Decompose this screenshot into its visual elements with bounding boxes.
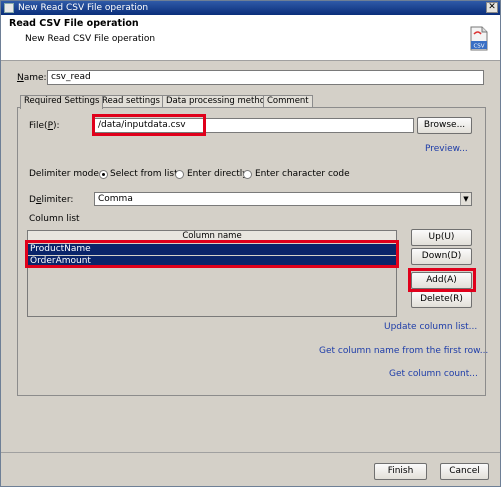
add-button[interactable]: Add(A) <box>411 272 472 289</box>
radio-enter-character-code-label: Enter character code <box>255 169 350 179</box>
preview-link[interactable]: Preview... <box>425 143 468 155</box>
dialog-window: New Read CSV File operation ✕ Read CSV F… <box>0 0 501 487</box>
update-column-list-link[interactable]: Update column list... <box>384 321 477 333</box>
radio-enter-directly[interactable] <box>175 170 184 179</box>
up-button[interactable]: Up(U) <box>411 229 472 246</box>
name-input[interactable]: csv_read <box>47 70 484 85</box>
browse-button[interactable]: Browse... <box>417 117 472 134</box>
name-label: Name: <box>17 73 47 83</box>
table-row[interactable]: ProductName <box>28 244 396 255</box>
get-column-count-link[interactable]: Get column count... <box>389 368 478 380</box>
cancel-button[interactable]: Cancel <box>440 463 489 480</box>
get-column-names-link[interactable]: Get column name from the first row... <box>319 345 488 357</box>
header-title: Read CSV File operation <box>9 18 139 29</box>
close-icon[interactable]: ✕ <box>486 2 498 13</box>
delimiter-value: Comma <box>98 194 133 204</box>
radio-enter-directly-label: Enter directly <box>187 169 248 179</box>
file-label: File(P): <box>29 121 60 131</box>
radio-select-from-list[interactable] <box>99 170 108 179</box>
radio-select-from-list-label: Select from list <box>110 169 178 179</box>
svg-text:CSV: CSV <box>473 44 484 50</box>
delete-button[interactable]: Delete(R) <box>411 291 472 308</box>
file-input[interactable]: /data/inputdata.csv <box>94 118 414 133</box>
tab-required-settings[interactable]: Required Settings <box>20 95 104 109</box>
title-bar: New Read CSV File operation ✕ <box>1 1 500 15</box>
column-table[interactable]: Column name ProductName OrderAmount <box>27 230 397 317</box>
footer-divider <box>1 452 500 453</box>
wizard-header: Read CSV File operation New Read CSV Fil… <box>1 15 500 61</box>
csv-file-icon: CSV <box>470 26 488 51</box>
header-subtitle: New Read CSV File operation <box>25 34 156 44</box>
finish-button[interactable]: Finish <box>374 463 427 480</box>
table-row[interactable]: OrderAmount <box>28 256 396 267</box>
delimiter-label: Delimiter: <box>29 195 74 205</box>
column-list-label: Column list <box>29 214 80 224</box>
delimiter-select[interactable]: Comma ▼ <box>94 192 472 206</box>
app-icon <box>4 3 14 13</box>
window-title: New Read CSV File operation <box>18 3 149 13</box>
delimiter-mode-label: Delimiter mode: <box>29 169 102 179</box>
radio-enter-character-code[interactable] <box>243 170 252 179</box>
chevron-down-icon[interactable]: ▼ <box>460 193 471 205</box>
column-name-header[interactable]: Column name <box>28 231 396 243</box>
down-button[interactable]: Down(D) <box>411 248 472 265</box>
